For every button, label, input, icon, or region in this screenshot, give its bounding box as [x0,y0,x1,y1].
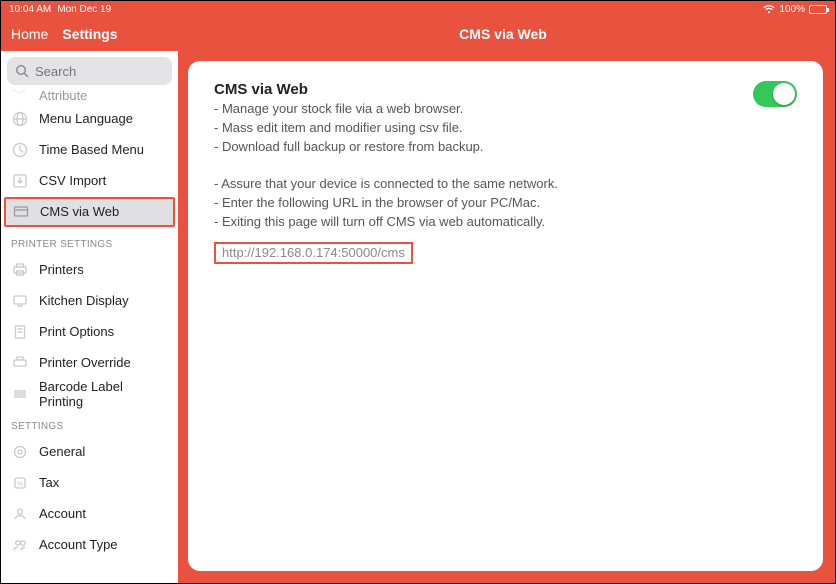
card-title: CMS via Web [214,81,558,98]
svg-text:%: % [17,481,23,488]
people-icon [11,536,29,554]
sidebar-item-kitchen-display[interactable]: Kitchen Display [1,285,178,316]
search-input[interactable] [7,57,172,85]
cms-url[interactable]: http://192.168.0.174:50000/cms [214,242,413,264]
sidebar-item-print-options[interactable]: Print Options [1,316,178,347]
sidebar-item-label: Account [39,506,86,521]
section-header-printer: PRINTER SETTINGS [1,227,178,254]
sidebar-item-menu-language[interactable]: Menu Language [1,103,178,134]
nav-home-button[interactable]: Home [11,26,48,42]
printer-icon [11,261,29,279]
web-icon [12,203,30,221]
status-date: Mon Dec 19 [57,4,111,15]
cms-toggle[interactable] [753,81,797,107]
navbar: Home Settings CMS via Web [1,17,835,51]
person-icon [11,505,29,523]
battery-pct: 100% [779,4,805,15]
tag-icon [11,89,29,103]
globe-icon [11,110,29,128]
sidebar-item-label: Print Options [39,324,114,339]
gear-icon [11,443,29,461]
sidebar-item-label: Attribute [39,89,87,103]
import-icon [11,172,29,190]
barcode-icon [11,385,29,403]
sidebar-item-cms-via-web[interactable]: CMS via Web [4,197,175,227]
sidebar-item-account[interactable]: Account [1,498,178,529]
sidebar-item-label: Menu Language [39,111,133,126]
sidebar-item-barcode-label[interactable]: Barcode Label Printing [1,378,178,409]
sidebar-item-label: Printer Override [39,355,131,370]
sidebar: Attribute Menu Language Time Based Menu … [1,51,178,583]
display-icon [11,292,29,310]
clock-icon [11,141,29,159]
sidebar-item-label: Time Based Menu [39,142,144,157]
page-title: CMS via Web [1,26,835,42]
sidebar-item-label: Tax [39,475,59,490]
content-card: CMS via Web - Manage your stock file via… [188,61,823,571]
sidebar-item-csv-import[interactable]: CSV Import [1,165,178,196]
wifi-icon [763,5,775,14]
sidebar-item-label: Printers [39,262,84,277]
receipt-icon [11,323,29,341]
sidebar-item-account-type[interactable]: Account Type [1,529,178,560]
sidebar-item-label: CMS via Web [40,204,119,219]
search-icon [15,64,29,78]
tax-icon: % [11,474,29,492]
status-time: 10:04 AM [9,4,51,15]
sidebar-item-label: Kitchen Display [39,293,129,308]
sidebar-item-printers[interactable]: Printers [1,254,178,285]
sidebar-item-label: CSV Import [39,173,106,188]
status-bar: 10:04 AM Mon Dec 19 100% [1,1,835,17]
battery-icon [809,5,827,14]
nav-settings-button[interactable]: Settings [62,26,117,42]
sidebar-item-label: General [39,444,85,459]
override-icon [11,354,29,372]
sidebar-item-general[interactable]: General [1,436,178,467]
card-description: - Manage your stock file via a web brows… [214,100,558,232]
sidebar-item-tax[interactable]: % Tax [1,467,178,498]
sidebar-item-label: Barcode Label Printing [39,379,168,409]
sidebar-item-attribute[interactable]: Attribute [1,89,178,103]
sidebar-item-time-based-menu[interactable]: Time Based Menu [1,134,178,165]
sidebar-item-label: Account Type [39,537,118,552]
section-header-settings: SETTINGS [1,409,178,436]
sidebar-item-printer-override[interactable]: Printer Override [1,347,178,378]
